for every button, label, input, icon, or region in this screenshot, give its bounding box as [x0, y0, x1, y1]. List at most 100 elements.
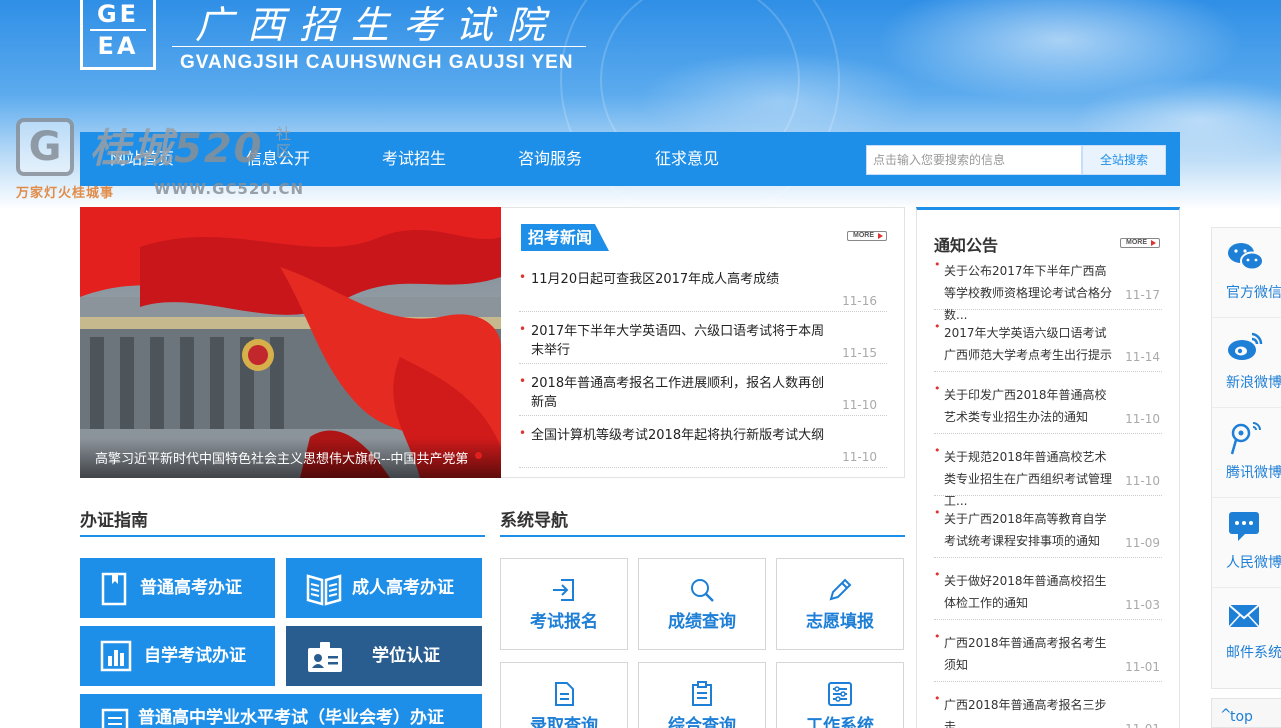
notice-item[interactable]: • 广西2018年普通高考报名考生须知 11-01: [934, 630, 1162, 682]
notice-item-title[interactable]: 关于广西2018年高等教育自学考试统考课程安排事项的通知: [944, 508, 1116, 552]
notice-item-date: 11-14: [1125, 350, 1160, 364]
sysnav-admission-query[interactable]: 录取查询: [500, 662, 628, 728]
news-title[interactable]: 全国计算机等级考试2018年起将执行新版考试大纲: [531, 426, 831, 445]
watermark-g-icon: G: [16, 118, 74, 176]
watermark-tagline: 万家灯火桂城事: [16, 186, 115, 201]
social-sina-weibo[interactable]: 新浪微博: [1212, 318, 1281, 408]
open-book-icon: [306, 574, 342, 606]
tile-degree-cert[interactable]: 学位认证: [286, 626, 482, 686]
news-title[interactable]: 11月20日起可查我区2017年成人高考成绩: [531, 270, 831, 289]
search-button[interactable]: 全站搜索: [1082, 145, 1166, 175]
photo-slider[interactable]: 高擎习近平新时代中国特色社会主义思想伟大旗帜--中国共产党第: [80, 207, 501, 478]
social-label: 官方微信: [1226, 285, 1281, 301]
slider-caption[interactable]: 高擎习近平新时代中国特色社会主义思想伟大旗帜--中国共产党第: [80, 438, 501, 478]
top-label: top: [1230, 709, 1253, 725]
bullet-icon: •: [934, 258, 941, 271]
notice-item-title[interactable]: 广西2018年普通高考报名考生须知: [944, 632, 1116, 676]
tile-academic-level[interactable]: 普通高中学业水平考试（毕业会考）办证: [80, 694, 482, 728]
notice-item-title[interactable]: 关于做好2018年普通高校招生体检工作的通知: [944, 570, 1116, 614]
notice-panel: 通知公告 MORE • 关于公布2017年下半年广西高等学校教师资格理论考试合格…: [916, 207, 1180, 728]
social-label: 腾讯微博: [1226, 465, 1281, 481]
sysnav-volunteer-fill[interactable]: 志愿填报: [776, 558, 904, 650]
tile-gaokao[interactable]: 普通高考办证: [80, 558, 275, 618]
nav-exam-enroll[interactable]: 考试招生: [382, 132, 446, 186]
pencil-icon: [829, 578, 852, 601]
notice-item-title[interactable]: 关于公布2017年下半年广西高等学校教师资格理论考试合格分数...: [944, 260, 1116, 326]
notice-item-date: 11-17: [1125, 288, 1160, 302]
sysnav-label: 录取查询: [530, 716, 598, 728]
watermark-side: 社区: [276, 125, 292, 160]
sysnav-exam-register[interactable]: 考试报名: [500, 558, 628, 650]
notice-item-title[interactable]: 广西2018年普通高考报名三步走: [944, 694, 1116, 728]
news-item[interactable]: • 全国计算机等级考试2018年起将执行新版考试大纲 11-10: [519, 426, 887, 468]
sysnav-general-query[interactable]: 综合查询: [638, 662, 766, 728]
watermark-num: 520: [174, 126, 264, 172]
tile-label: 学位认证: [372, 646, 440, 666]
watermark-brand-text: 桂城: [90, 126, 174, 172]
news-date: 11-10: [842, 450, 877, 464]
social-people-weibo[interactable]: 人民微博: [1212, 498, 1281, 588]
site-title-cn: 广西招生考试院: [195, 3, 560, 47]
news-item[interactable]: • 11月20日起可查我区2017年成人高考成绩 11-16: [519, 270, 887, 312]
file-icon: [555, 682, 574, 706]
id-card-icon: [308, 642, 342, 672]
news-item[interactable]: • 2018年普通高考报名工作进展顺利，报名人数再创新高 11-10: [519, 374, 887, 416]
news-title[interactable]: 2017年下半年大学英语四、六级口语考试将于本周末举行: [531, 322, 831, 360]
search-icon: [691, 579, 714, 602]
bullet-icon: •: [934, 506, 941, 519]
sysnav-score-query[interactable]: 成绩查询: [638, 558, 766, 650]
notice-item-title[interactable]: 关于规范2018年普通高校艺术类专业招生在广西组织考试管理工...: [944, 446, 1116, 512]
news-more-button[interactable]: MORE: [847, 231, 887, 241]
document-icon: [101, 708, 129, 728]
tencent-weibo-icon: [1230, 422, 1261, 455]
bullet-icon: •: [934, 630, 941, 643]
notice-item[interactable]: • 关于广西2018年高等教育自学考试统考课程安排事项的通知 11-09: [934, 506, 1162, 558]
bullet-icon: •: [934, 382, 941, 395]
social-label: 新浪微博: [1226, 375, 1281, 391]
nav-feedback[interactable]: 征求意见: [655, 132, 719, 186]
social-mail[interactable]: 邮件系统: [1212, 588, 1281, 678]
sysnav-label: 成绩查询: [668, 612, 736, 632]
social-wechat[interactable]: 官方微信: [1212, 228, 1281, 318]
news-date: 11-15: [842, 346, 877, 360]
notice-item[interactable]: • 关于规范2018年普通高校艺术类专业招生在广西组织考试管理工... 11-1…: [934, 444, 1162, 508]
nav-consult[interactable]: 咨询服务: [518, 132, 582, 186]
tile-label: 自学考试办证: [144, 646, 246, 666]
news-panel: 招考新闻 MORE • 11月20日起可查我区2017年成人高考成绩 11-16…: [501, 207, 905, 478]
notice-item-date: 11-10: [1125, 412, 1160, 426]
sysnav-label: 考试报名: [530, 612, 598, 632]
social-tencent-weibo[interactable]: 腾讯微博: [1212, 408, 1281, 498]
notice-item[interactable]: • 关于印发广西2018年普通高校艺术类专业招生办法的通知 11-10: [934, 382, 1162, 434]
news-item[interactable]: • 2017年下半年大学英语四、六级口语考试将于本周末举行 11-15: [519, 322, 887, 364]
tile-self-study[interactable]: 自学考试办证: [80, 626, 275, 686]
notice-item-date: 11-09: [1125, 536, 1160, 550]
notice-more-button[interactable]: MORE: [1120, 238, 1160, 248]
site-title-en: GVANGJSIH CAUHSWNGH GAUJSI YEN: [180, 52, 574, 73]
news-date: 11-10: [842, 398, 877, 412]
sysnav-section-title: 系统导航: [500, 511, 568, 531]
sign-in-icon: [553, 579, 574, 601]
notice-item[interactable]: • 关于做好2018年普通高校招生体检工作的通知 11-03: [934, 568, 1162, 620]
notice-item[interactable]: • 广西2018年普通高考报名三步走 11-01: [934, 692, 1162, 728]
notice-item-title[interactable]: 关于印发广西2018年普通高校艺术类专业招生办法的通知: [944, 384, 1116, 428]
tile-label: 成人高考办证: [352, 578, 454, 598]
notice-item-title[interactable]: 2017年大学英语六级口语考试广西师范大学考点考生出行提示: [944, 322, 1116, 366]
tile-adult-exam[interactable]: 成人高考办证: [286, 558, 482, 618]
notice-item-date: 11-01: [1125, 660, 1160, 674]
watermark-brand: 桂城520: [90, 116, 264, 174]
book-icon: [101, 572, 127, 606]
sysnav-label: 志愿填报: [806, 612, 874, 632]
watermark: G 桂城520 社区 万家灯火桂城事 WWW.GC520.CN: [14, 116, 304, 202]
news-title[interactable]: 2018年普通高考报名工作进展顺利，报名人数再创新高: [531, 374, 831, 412]
sysnav-work-system[interactable]: 工作系统: [776, 662, 904, 728]
mail-icon: [1228, 604, 1260, 628]
site-logo[interactable]: GE EA: [80, 0, 156, 70]
back-to-top-button[interactable]: ^ top: [1211, 698, 1281, 728]
search-input[interactable]: [866, 145, 1082, 175]
notice-item[interactable]: • 关于公布2017年下半年广西高等学校教师资格理论考试合格分数... 11-1…: [934, 258, 1162, 322]
weibo-icon: [1228, 332, 1263, 360]
title-rule: [172, 46, 586, 47]
slider-dot-active[interactable]: [475, 452, 482, 459]
news-date: 11-16: [842, 294, 877, 308]
notice-item[interactable]: • 2017年大学英语六级口语考试广西师范大学考点考生出行提示 11-14: [934, 320, 1162, 372]
